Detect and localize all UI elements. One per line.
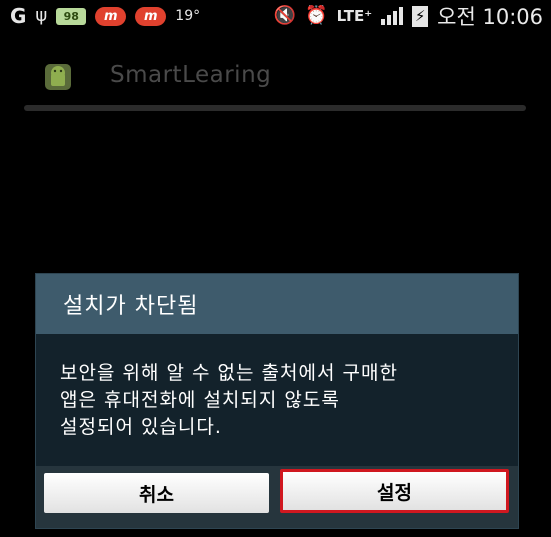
battery-charging-icon: ⚡ xyxy=(412,5,429,27)
notification-g-icon: G xyxy=(10,4,27,28)
settings-button[interactable]: 설정 xyxy=(280,469,509,513)
signal-strength-icon xyxy=(381,7,404,25)
dialog-message-line: 설정되어 있습니다. xyxy=(60,416,222,438)
mute-icon: 🔇 xyxy=(273,5,297,26)
app-notification-icon-2: m xyxy=(135,6,167,26)
battery-level-icon: 98 xyxy=(56,7,87,25)
app-header: SmartLearing xyxy=(0,52,551,102)
usb-icon: ψ xyxy=(35,5,48,26)
dialog-message-line: 보안을 위해 알 수 없는 출처에서 구매한 xyxy=(60,362,398,384)
dialog-button-bar: 취소 설정 xyxy=(36,466,518,528)
install-blocked-dialog: 설치가 차단됨 보안을 위해 알 수 없는 출처에서 구매한 앱은 휴대전화에 … xyxy=(35,273,519,529)
app-title: SmartLearing xyxy=(110,62,272,88)
android-app-icon xyxy=(45,64,71,90)
dialog-message: 보안을 위해 알 수 없는 출처에서 구매한 앱은 휴대전화에 설치되지 않도록… xyxy=(60,360,500,441)
cancel-button[interactable]: 취소 xyxy=(44,473,269,513)
dialog-title: 설치가 차단됨 xyxy=(63,294,199,319)
dialog-message-line: 앱은 휴대전화에 설치되지 않도록 xyxy=(60,389,340,411)
app-notification-icon: m xyxy=(95,6,127,26)
dialog-header: 설치가 차단됨 xyxy=(36,274,518,334)
status-bar: G ψ 98 m m 19° 🔇 ⏰ LTE⁺ ⚡ 오전 10:06 xyxy=(0,0,551,32)
progress-divider xyxy=(24,105,526,111)
clock: 오전 10:06 xyxy=(437,5,543,29)
network-type-text: LTE⁺ xyxy=(336,7,373,25)
temperature-text: 19° xyxy=(175,8,201,24)
alarm-icon: ⏰ xyxy=(305,5,328,26)
